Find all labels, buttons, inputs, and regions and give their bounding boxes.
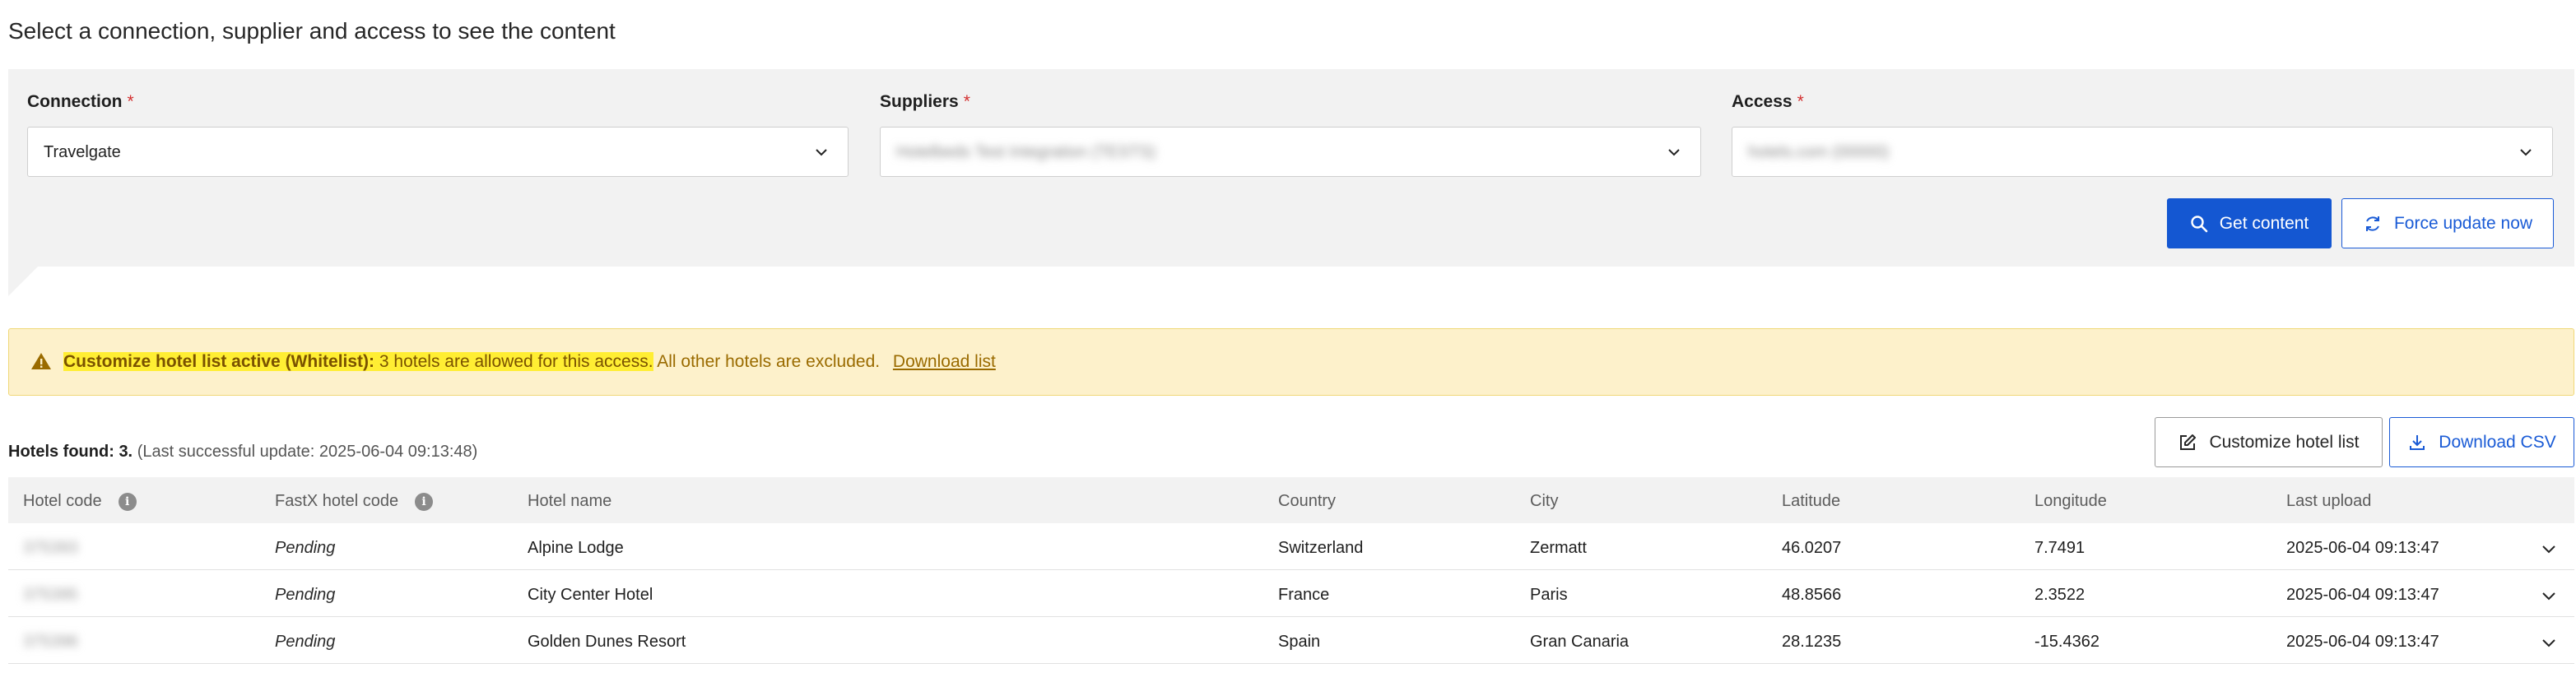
column-header-hotel-code[interactable]: Hotel code i (23, 492, 137, 511)
chevron-down-icon (2520, 149, 2532, 156)
table-row[interactable]: 375395 Pending City Center Hotel France … (8, 570, 2574, 617)
country-cell: Switzerland (1278, 539, 1364, 557)
alert-message: Customize hotel list active (Whitelist):… (63, 352, 996, 372)
connection-label-text: Connection (27, 92, 123, 111)
longitude-cell: 7.7491 (2034, 539, 2085, 557)
city-cell: Gran Canaria (1530, 633, 1630, 651)
column-header-country[interactable]: Country (1278, 492, 1336, 511)
search-icon (2191, 215, 2208, 232)
hotel-code-cell: 375396 (23, 633, 78, 651)
column-header-city[interactable]: City (1530, 492, 1558, 511)
alert-highlight: Customize hotel list active (Whitelist):… (63, 352, 653, 371)
force-update-label: Force update now (2393, 213, 2533, 233)
last-upload-cell: 2025-06-04 09:13:47 (2286, 633, 2439, 651)
access-select-value: hotels.com (00000) (1748, 143, 1890, 161)
country-cell: Spain (1278, 633, 1321, 651)
suppliers-select-value: Hotelbeds Test Integration (TESTS) (896, 143, 1156, 161)
force-update-button[interactable]: Force update now (2341, 198, 2554, 248)
column-header-label: FastX hotel code (275, 492, 399, 510)
city-cell: Zermatt (1530, 539, 1587, 557)
fastx-code-cell: Pending (275, 539, 336, 557)
suppliers-label: Suppliers * (880, 92, 970, 112)
connection-select-value: Travelgate (44, 143, 121, 161)
hotel-name-cell: City Center Hotel (528, 586, 653, 604)
column-header-fastx-hotel-code[interactable]: FastX hotel code i (275, 492, 434, 511)
hotel-code-cell: 375393 (23, 539, 78, 557)
customize-hotel-list-label: Customize hotel list (2209, 432, 2360, 452)
hotels-found-summary: Hotels found: 3. (Last successful update… (8, 443, 477, 462)
whitelist-alert: Customize hotel list active (Whitelist):… (8, 328, 2574, 396)
page: Select a connection, supplier and access… (0, 0, 2576, 696)
chevron-down-icon[interactable] (2540, 633, 2558, 652)
table-row[interactable]: 375393 Pending Alpine Lodge Switzerland … (8, 523, 2574, 570)
required-mark: * (1797, 92, 1804, 111)
latitude-cell: 46.0207 (1782, 539, 1842, 557)
get-content-label: Get content (2219, 213, 2309, 233)
alert-rest-text: All other hotels are excluded. (657, 352, 881, 371)
city-cell: Paris (1530, 586, 1568, 604)
hotels-found-count: 3. (119, 443, 133, 461)
longitude-cell: 2.3522 (2034, 586, 2085, 604)
download-csv-label: Download CSV (2439, 432, 2556, 452)
chevron-down-icon (816, 149, 827, 156)
download-csv-button[interactable]: Download CSV (2389, 417, 2574, 467)
download-list-link[interactable]: Download list (893, 352, 996, 371)
longitude-cell: -15.4362 (2034, 633, 2099, 651)
suppliers-select[interactable]: Hotelbeds Test Integration (TESTS) (880, 127, 1701, 177)
alert-highlight-text: 3 hotels are allowed for this access. (379, 352, 653, 371)
latitude-cell: 48.8566 (1782, 586, 1842, 604)
connection-label: Connection * (27, 92, 134, 112)
get-content-button[interactable]: Get content (2167, 198, 2332, 248)
country-cell: France (1278, 586, 1330, 604)
info-icon[interactable]: i (118, 492, 137, 511)
filter-panel-notch (8, 267, 38, 296)
customize-hotel-list-button[interactable]: Customize hotel list (2155, 417, 2383, 467)
page-title: Select a connection, supplier and access… (8, 18, 616, 44)
connection-select[interactable]: Travelgate (27, 127, 849, 177)
column-header-hotel-name[interactable]: Hotel name (528, 492, 611, 511)
last-upload-cell: 2025-06-04 09:13:47 (2286, 586, 2439, 604)
last-update-text: (Last successful update: 2025-06-04 09:1… (137, 443, 478, 461)
column-header-latitude[interactable]: Latitude (1782, 492, 1840, 511)
chevron-down-icon[interactable] (2540, 540, 2558, 558)
last-upload-cell: 2025-06-04 09:13:47 (2286, 539, 2439, 557)
chevron-down-icon (1668, 149, 1680, 156)
alert-title: Customize hotel list active (Whitelist): (63, 352, 375, 371)
table-header: Hotel code i FastX hotel code i Hotel na… (8, 477, 2574, 523)
fastx-code-cell: Pending (275, 586, 336, 604)
access-label-text: Access (1732, 92, 1793, 111)
hotels-found-label: Hotels found: (8, 443, 114, 461)
suppliers-label-text: Suppliers (880, 92, 959, 111)
required-mark: * (127, 92, 134, 111)
latitude-cell: 28.1235 (1782, 633, 1842, 651)
info-icon[interactable]: i (415, 492, 434, 511)
column-header-label: Hotel code (23, 492, 102, 510)
hotel-code-cell: 375395 (23, 586, 78, 604)
table-row[interactable]: 375396 Pending Golden Dunes Resort Spain… (8, 617, 2574, 664)
download-icon (2410, 434, 2425, 450)
hotel-name-cell: Golden Dunes Resort (528, 633, 686, 651)
column-header-longitude[interactable]: Longitude (2034, 492, 2107, 511)
fastx-code-cell: Pending (275, 633, 336, 651)
access-label: Access * (1732, 92, 1804, 112)
required-mark: * (963, 92, 970, 111)
chevron-down-icon[interactable] (2540, 587, 2558, 605)
hotel-name-cell: Alpine Lodge (528, 539, 624, 557)
warning-icon (31, 353, 51, 369)
access-select[interactable]: hotels.com (00000) (1732, 127, 2553, 177)
edit-icon (2180, 434, 2197, 450)
column-header-last-upload[interactable]: Last upload (2286, 492, 2371, 511)
refresh-icon (2365, 216, 2379, 231)
